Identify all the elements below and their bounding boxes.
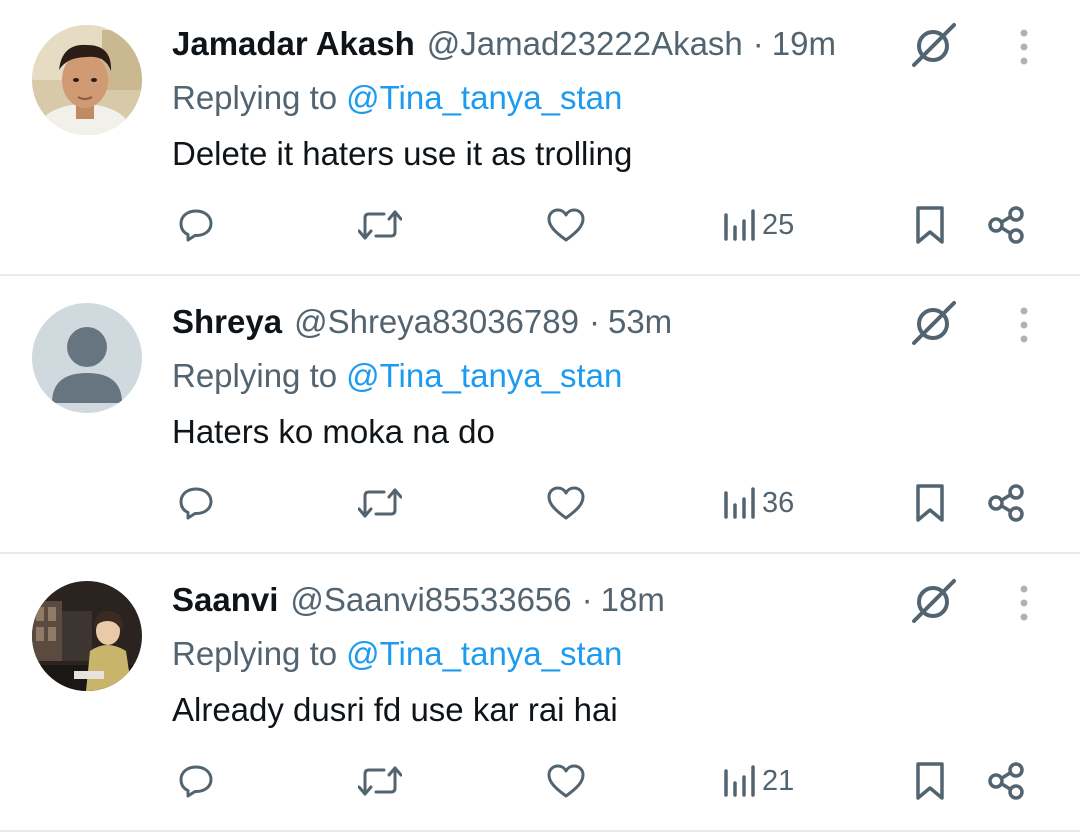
views-count: 36 — [762, 486, 795, 519]
tweet-header: Shreya @Shreya83036789 · 53m — [172, 296, 672, 348]
replying-to-label: Replying to — [172, 635, 338, 672]
bar-chart-icon — [724, 765, 755, 797]
replying-to-link[interactable]: @Tina_tanya_stan — [346, 357, 622, 395]
replying-to-label: Replying to — [172, 79, 338, 116]
bookmark-button[interactable] — [904, 199, 956, 251]
reply-button[interactable] — [170, 477, 222, 529]
heart-icon — [547, 764, 585, 798]
retweet-button[interactable] — [354, 755, 406, 807]
like-button[interactable] — [540, 755, 592, 807]
retweet-arrows-icon — [358, 766, 402, 796]
default-avatar-icon — [32, 303, 142, 413]
timestamp[interactable]: 53m — [608, 303, 672, 341]
more-options-button[interactable] — [1004, 580, 1044, 626]
replying-to-link[interactable]: @Tina_tanya_stan — [346, 635, 622, 673]
separator: · — [752, 25, 764, 62]
vertical-dots-icon — [1020, 585, 1028, 621]
speech-bubble-icon — [179, 765, 213, 798]
bar-chart-icon — [724, 487, 755, 519]
reply-button[interactable] — [170, 755, 222, 807]
views-count: 21 — [762, 764, 795, 797]
share-nodes-icon — [988, 206, 1024, 244]
retweet-arrows-icon — [358, 210, 402, 240]
share-button[interactable] — [980, 199, 1032, 251]
user-handle[interactable]: @Shreya83036789 — [294, 303, 579, 341]
display-name[interactable]: Saanvi — [172, 581, 278, 619]
divider — [0, 830, 1080, 832]
share-button[interactable] — [980, 755, 1032, 807]
grok-button[interactable] — [906, 296, 960, 350]
retweet-arrows-icon — [358, 488, 402, 518]
timestamp[interactable]: 19m — [772, 25, 836, 63]
grok-slash-circle-icon — [912, 23, 956, 67]
vertical-dots-icon — [1020, 307, 1028, 343]
display-name[interactable]: Jamadar Akash — [172, 25, 415, 63]
share-nodes-icon — [988, 484, 1024, 522]
more-options-button[interactable] — [1004, 24, 1044, 70]
divider — [0, 552, 1080, 554]
replying-to-link[interactable]: @Tina_tanya_stan — [346, 79, 622, 117]
bookmark-button[interactable] — [904, 477, 956, 529]
replying-to-label: Replying to — [172, 357, 338, 394]
display-name[interactable]: Shreya — [172, 303, 282, 341]
reply-button[interactable] — [170, 199, 222, 251]
replying-to: Replying to @Tina_tanya_stan — [172, 631, 622, 677]
tweet-text: Delete it haters use it as trolling — [172, 135, 633, 172]
tweet-header: Saanvi @Saanvi85533656 · 18m — [172, 574, 665, 626]
views-button[interactable]: 21 — [722, 755, 832, 807]
replying-to: Replying to @Tina_tanya_stan — [172, 75, 622, 121]
separator: · — [588, 303, 600, 340]
speech-bubble-icon — [179, 209, 213, 242]
user-handle[interactable]: @Jamad23222Akash — [427, 25, 743, 63]
grok-slash-circle-icon — [912, 301, 956, 345]
views-button[interactable]: 25 — [722, 199, 832, 251]
avatar[interactable] — [32, 25, 142, 135]
avatar[interactable] — [32, 581, 142, 691]
share-nodes-icon — [988, 762, 1024, 800]
bookmark-icon — [916, 484, 944, 522]
heart-icon — [547, 486, 585, 520]
views-count: 25 — [762, 208, 795, 241]
heart-icon — [547, 208, 585, 242]
bookmark-button[interactable] — [904, 755, 956, 807]
replying-to: Replying to @Tina_tanya_stan — [172, 353, 622, 399]
user-handle[interactable]: @Saanvi85533656 — [290, 581, 571, 619]
separator: · — [581, 581, 593, 618]
grok-button[interactable] — [906, 18, 960, 72]
tweet-text: Already dusri fd use kar rai hai — [172, 691, 618, 728]
tweet-item[interactable]: Saanvi @Saanvi85533656 · 18m Replying to… — [0, 556, 1080, 832]
like-button[interactable] — [540, 199, 592, 251]
reply-feed: Jamadar Akash @Jamad23222Akash · 19m Rep… — [0, 0, 1080, 834]
avatar[interactable] — [32, 303, 142, 413]
vertical-dots-icon — [1020, 29, 1028, 65]
grok-slash-circle-icon — [912, 579, 956, 623]
grok-button[interactable] — [906, 574, 960, 628]
speech-bubble-icon — [179, 487, 213, 520]
tweet-text: Haters ko moka na do — [172, 413, 495, 450]
tweet-item[interactable]: Jamadar Akash @Jamad23222Akash · 19m Rep… — [0, 0, 1080, 276]
retweet-button[interactable] — [354, 477, 406, 529]
timestamp[interactable]: 18m — [601, 581, 665, 619]
like-button[interactable] — [540, 477, 592, 529]
bar-chart-icon — [724, 209, 755, 241]
divider — [0, 274, 1080, 276]
tweet-item[interactable]: Shreya @Shreya83036789 · 53m Replying to… — [0, 278, 1080, 554]
share-button[interactable] — [980, 477, 1032, 529]
views-button[interactable]: 36 — [722, 477, 832, 529]
tweet-header: Jamadar Akash @Jamad23222Akash · 19m — [172, 18, 836, 70]
retweet-button[interactable] — [354, 199, 406, 251]
more-options-button[interactable] — [1004, 302, 1044, 348]
bookmark-icon — [916, 206, 944, 244]
bookmark-icon — [916, 762, 944, 800]
